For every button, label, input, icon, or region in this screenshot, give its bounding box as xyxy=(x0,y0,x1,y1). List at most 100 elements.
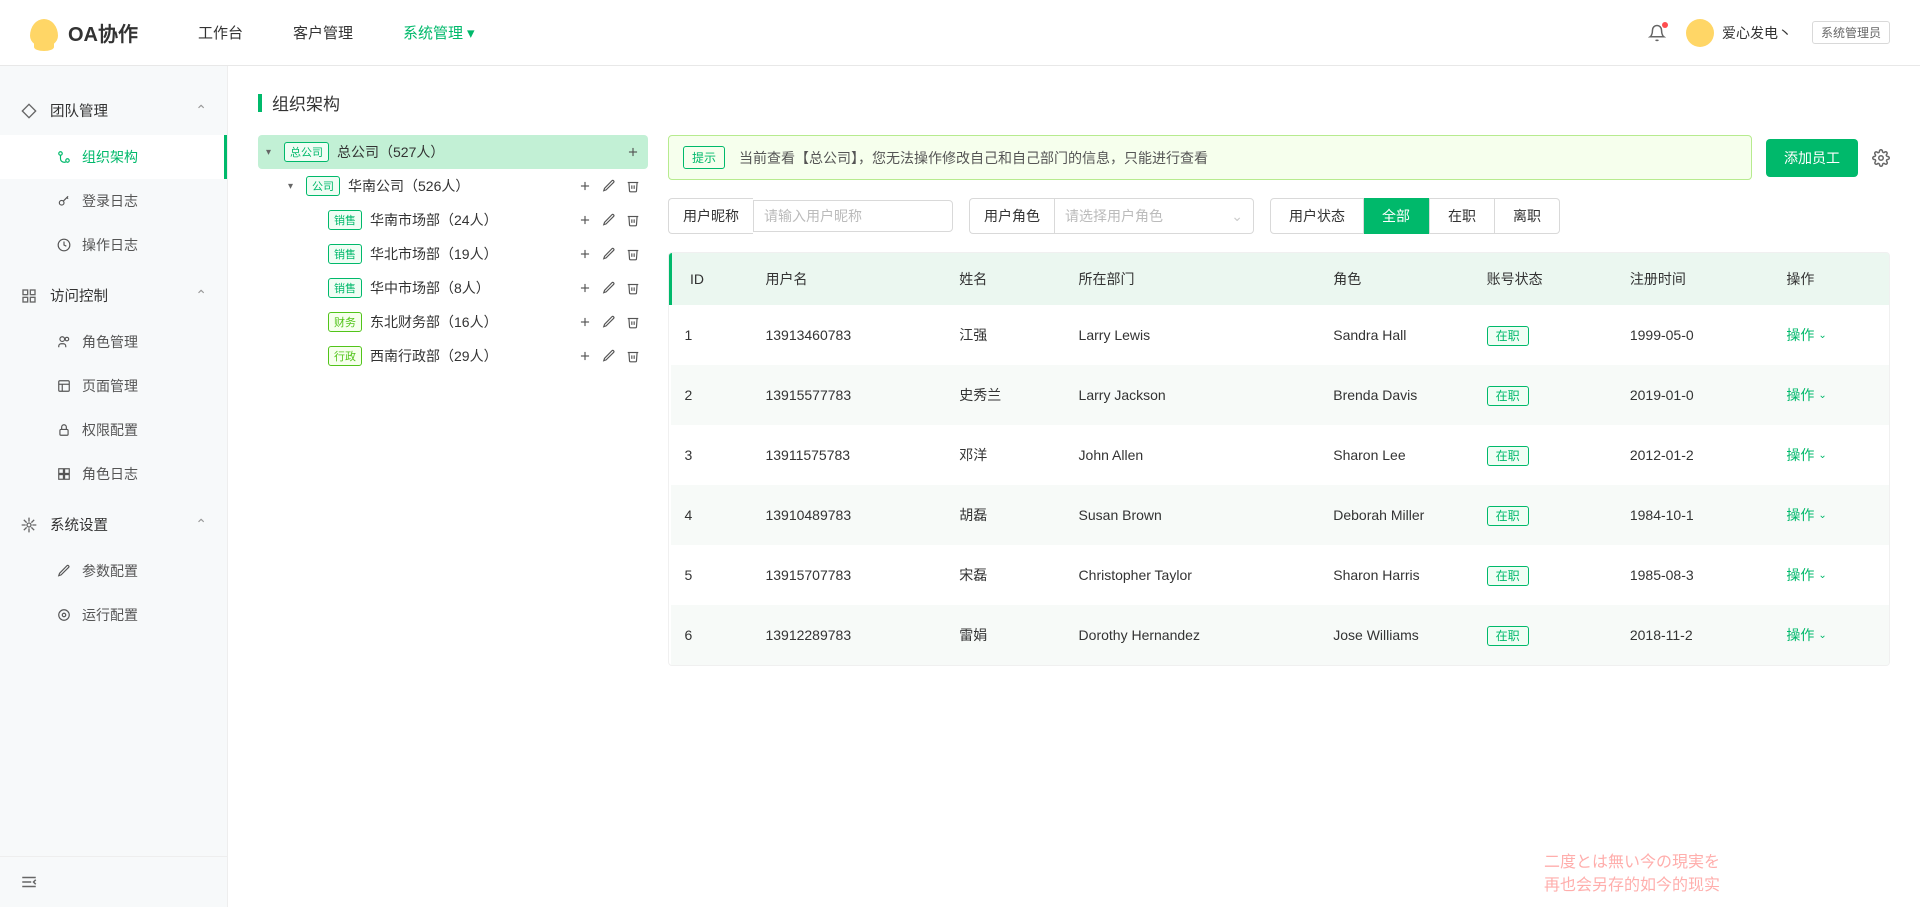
expand-caret-icon[interactable]: ▾ xyxy=(288,181,300,192)
table-row: 6 13912289783 雷娟 Dorothy Hernandez Jose … xyxy=(671,605,1890,665)
employee-table: ID用户名姓名所在部门角色账号状态注册时间操作 1 13913460783 江强… xyxy=(669,253,1889,665)
sidebar-item-登录日志[interactable]: 登录日志 xyxy=(0,179,227,223)
add-icon[interactable] xyxy=(626,145,640,159)
logo-area: OA协作 xyxy=(30,18,138,47)
edit-icon[interactable] xyxy=(602,247,616,261)
edit-icon[interactable] xyxy=(602,179,616,193)
delete-icon[interactable] xyxy=(626,315,640,329)
chevron-up-icon: ⌃ xyxy=(195,102,207,119)
sidebar-item-参数配置[interactable]: 参数配置 xyxy=(0,549,227,593)
nav-system[interactable]: 系统管理 ▾ xyxy=(403,22,475,43)
add-icon[interactable] xyxy=(578,213,592,227)
sidebar-item-组织架构[interactable]: 组织架构 xyxy=(0,135,227,179)
tree-node[interactable]: ▾ 总公司 总公司（527人） xyxy=(258,135,648,169)
users-icon xyxy=(56,334,72,350)
edit-icon[interactable] xyxy=(602,315,616,329)
pages-icon xyxy=(56,378,72,394)
edit-icon[interactable] xyxy=(602,349,616,363)
settings-gear-icon[interactable] xyxy=(1872,149,1890,167)
chevron-down-icon: ⌄ xyxy=(1818,630,1826,641)
user-name[interactable]: 爱心发电丶 xyxy=(1722,23,1792,43)
cell-status: 在职 xyxy=(1473,605,1616,665)
edit-icon[interactable] xyxy=(602,281,616,295)
cell-name: 史秀兰 xyxy=(945,365,1064,425)
filter-row: 用户昵称 用户角色 请选择用户角色 ⌄ 用户状态 全部 在职 xyxy=(668,198,1890,234)
employee-table-wrap[interactable]: ID用户名姓名所在部门角色账号状态注册时间操作 1 13913460783 江强… xyxy=(668,252,1890,666)
alert-box: 提示 当前查看【总公司】，您无法操作修改自己和自己部门的信息，只能进行查看 xyxy=(668,135,1752,180)
cell-username: 13915707783 xyxy=(751,545,945,605)
delete-icon[interactable] xyxy=(626,281,640,295)
nav-customer[interactable]: 客户管理 xyxy=(293,22,353,43)
cell-op: 操作 ⌄ xyxy=(1772,425,1889,485)
cell-id: 2 xyxy=(671,365,752,425)
row-action-link[interactable]: 操作 ⌄ xyxy=(1786,385,1875,405)
chevron-down-icon: ⌄ xyxy=(1818,450,1826,461)
add-icon[interactable] xyxy=(578,315,592,329)
diamond-icon xyxy=(20,102,38,120)
cell-role: Sharon Harris xyxy=(1319,545,1472,605)
delete-icon[interactable] xyxy=(626,349,640,363)
tree-node[interactable]: ▾ 公司 华南公司（526人） xyxy=(280,169,648,203)
cell-id: 3 xyxy=(671,425,752,485)
row-action-link[interactable]: 操作 ⌄ xyxy=(1786,505,1875,525)
node-tag: 销售 xyxy=(328,278,362,298)
add-icon[interactable] xyxy=(578,349,592,363)
delete-icon[interactable] xyxy=(626,179,640,193)
sidebar-section-head[interactable]: 系统设置⌃ xyxy=(0,500,227,549)
gear-icon xyxy=(20,516,38,534)
user-avatar-icon[interactable] xyxy=(1686,19,1714,47)
sidebar-section-head[interactable]: 访问控制⌃ xyxy=(0,271,227,320)
tree-node[interactable]: 财务 东北财务部（16人） xyxy=(302,305,648,339)
add-icon[interactable] xyxy=(578,281,592,295)
sidebar-item-权限配置[interactable]: 权限配置 xyxy=(0,408,227,452)
main-content: 组织架构 ▾ 总公司 总公司（527人） ▾ 公司 华南公司（526人） 销售 … xyxy=(228,66,1920,907)
role-filter-select[interactable]: 请选择用户角色 ⌄ xyxy=(1054,198,1254,234)
column-header: 角色 xyxy=(1319,253,1472,305)
sidebar-item-运行配置[interactable]: 运行配置 xyxy=(0,593,227,637)
status-btn-on[interactable]: 在职 xyxy=(1429,198,1495,234)
status-btn-all[interactable]: 全部 xyxy=(1364,198,1429,234)
collapse-sidebar-icon[interactable] xyxy=(20,873,207,891)
edit-icon[interactable] xyxy=(602,213,616,227)
alert-text: 当前查看【总公司】，您无法操作修改自己和自己部门的信息，只能进行查看 xyxy=(739,148,1208,168)
expand-caret-icon[interactable]: ▾ xyxy=(266,147,278,158)
tree-node[interactable]: 销售 华北市场部（19人） xyxy=(302,237,648,271)
add-icon[interactable] xyxy=(578,247,592,261)
delete-icon[interactable] xyxy=(626,213,640,227)
tree-node[interactable]: 行政 西南行政部（29人） xyxy=(302,339,648,373)
row-action-link[interactable]: 操作 ⌄ xyxy=(1786,625,1875,645)
nav-workspace[interactable]: 工作台 xyxy=(198,22,243,43)
cell-name: 胡磊 xyxy=(945,485,1064,545)
chevron-up-icon: ⌃ xyxy=(195,287,207,304)
row-action-link[interactable]: 操作 ⌄ xyxy=(1786,325,1875,345)
role-filter-label: 用户角色 xyxy=(969,198,1054,234)
sidebar-item-页面管理[interactable]: 页面管理 xyxy=(0,364,227,408)
chevron-down-icon: ⌄ xyxy=(1818,330,1826,341)
cell-username: 13911575783 xyxy=(751,425,945,485)
add-employee-button[interactable]: 添加员工 xyxy=(1766,139,1858,177)
status-filter-group: 用户状态 全部 在职 离职 xyxy=(1270,198,1560,234)
cell-status: 在职 xyxy=(1473,365,1616,425)
top-nav: 工作台 客户管理 系统管理 ▾ xyxy=(198,22,1648,43)
cell-role: Sharon Lee xyxy=(1319,425,1472,485)
nickname-filter-input[interactable] xyxy=(753,200,953,232)
cell-status: 在职 xyxy=(1473,305,1616,365)
tree-node[interactable]: 销售 华中市场部（8人） xyxy=(302,271,648,305)
cell-dept: Larry Lewis xyxy=(1065,305,1320,365)
cell-op: 操作 ⌄ xyxy=(1772,305,1889,365)
node-label: 总公司（527人） xyxy=(337,142,444,162)
cell-name: 江强 xyxy=(945,305,1064,365)
delete-icon[interactable] xyxy=(626,247,640,261)
notification-bell-icon[interactable] xyxy=(1648,24,1666,42)
sidebar-item-角色管理[interactable]: 角色管理 xyxy=(0,320,227,364)
chevron-down-icon: ⌄ xyxy=(1818,570,1826,581)
tree-node[interactable]: 销售 华南市场部（24人） xyxy=(302,203,648,237)
sidebar-item-角色日志[interactable]: 角色日志 xyxy=(0,452,227,496)
alert-tag: 提示 xyxy=(683,146,725,169)
sidebar-section-head[interactable]: 团队管理⌃ xyxy=(0,86,227,135)
status-btn-off[interactable]: 离职 xyxy=(1495,198,1560,234)
sidebar-item-操作日志[interactable]: 操作日志 xyxy=(0,223,227,267)
row-action-link[interactable]: 操作 ⌄ xyxy=(1786,445,1875,465)
row-action-link[interactable]: 操作 ⌄ xyxy=(1786,565,1875,585)
add-icon[interactable] xyxy=(578,179,592,193)
